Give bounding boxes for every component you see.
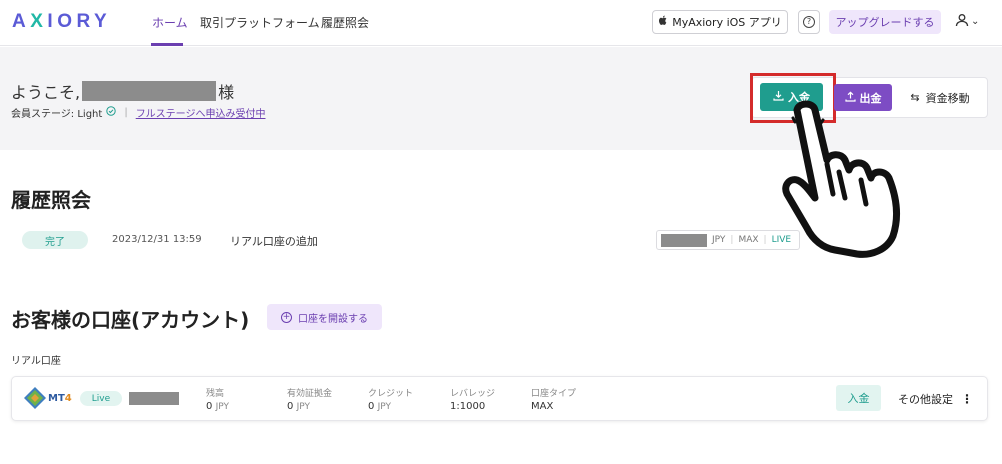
- margin-label: 有効証拠金: [287, 389, 333, 399]
- transfer-label: 資金移動: [925, 91, 970, 105]
- upgrade-button[interactable]: アップグレードする: [829, 10, 941, 34]
- more-icon: ⋮: [961, 392, 973, 406]
- other-settings-label: その他設定: [898, 393, 953, 406]
- check-circle-icon: [106, 106, 117, 119]
- leverage-column: レバレッジ 1:1000: [450, 386, 495, 412]
- logo-text-x: X: [30, 11, 48, 32]
- stage-label: 会員ステージ: Light: [11, 109, 103, 120]
- user-menu[interactable]: ⌄: [955, 13, 979, 30]
- plus-circle-icon: +: [281, 311, 292, 323]
- nav-history[interactable]: 履歴照会: [321, 14, 369, 31]
- welcome-greeting: ようこそ,: [11, 83, 81, 102]
- apple-icon: [658, 15, 668, 29]
- history-datetime: 2023/12/31 13:59: [112, 234, 202, 245]
- leverage-value: 1:1000: [450, 401, 486, 412]
- account-leverage-type: MAX: [738, 235, 759, 245]
- account-type-value: MAX: [531, 401, 554, 412]
- credit-column: クレジット 0 JPY: [368, 386, 413, 412]
- welcome-suffix: 様: [218, 83, 235, 102]
- margin-value: 0: [287, 401, 294, 412]
- accounts-title: お客様の口座(アカウント): [11, 308, 250, 332]
- account-type-column: 口座タイプ MAX: [531, 386, 576, 412]
- chevron-down-icon: ⌄: [971, 16, 980, 27]
- ios-app-button[interactable]: MyAxiory iOS アプリ: [652, 10, 788, 34]
- nav-home[interactable]: ホーム: [152, 14, 188, 31]
- status-badge: 完了: [22, 231, 88, 249]
- ios-app-label: MyAxiory iOS アプリ: [672, 16, 782, 29]
- real-account-label: リアル口座: [11, 356, 61, 367]
- full-stage-link[interactable]: フルステージへ申込み受付中: [136, 105, 266, 120]
- masked-account-id: [129, 392, 179, 405]
- user-icon: [955, 13, 969, 30]
- live-status-badge: Live: [80, 391, 122, 406]
- card-deposit-button[interactable]: 入金: [836, 385, 881, 411]
- history-description: リアル口座の追加: [230, 235, 318, 248]
- account-type-label: 口座タイプ: [531, 389, 577, 399]
- mt4-icon: [23, 386, 47, 410]
- credit-unit: JPY: [377, 402, 391, 412]
- open-account-button[interactable]: + 口座を開設する: [267, 304, 382, 330]
- credit-value: 0: [368, 401, 375, 412]
- help-button[interactable]: ?: [798, 10, 820, 34]
- open-account-label: 口座を開設する: [298, 313, 368, 325]
- balance-label: 残高: [206, 389, 225, 399]
- margin-column: 有効証拠金 0 JPY: [287, 386, 332, 412]
- account-currency: JPY: [712, 235, 726, 245]
- transfer-button[interactable]: ⇆ 資金移動: [900, 84, 980, 111]
- welcome-heading: ようこそ, 様: [11, 79, 234, 103]
- other-settings-button[interactable]: その他設定 ⋮: [898, 391, 973, 407]
- history-title: 履歴照会: [11, 188, 91, 212]
- logo-text-iory: IORY: [47, 11, 112, 32]
- leverage-label: レバレッジ: [450, 389, 496, 399]
- balance-value: 0: [206, 401, 213, 412]
- credit-label: クレジット: [368, 389, 414, 399]
- transfer-icon: ⇆: [910, 91, 920, 104]
- pointing-hand-icon: [775, 98, 910, 258]
- balance-column: 残高 0 JPY: [206, 386, 229, 412]
- stage-separator: |: [124, 107, 128, 118]
- nav-trading-platforms[interactable]: 取引プラットフォーム: [200, 14, 320, 31]
- balance-unit: JPY: [215, 402, 229, 412]
- margin-unit: JPY: [296, 402, 310, 412]
- platform-name: MT4: [48, 393, 72, 404]
- axiory-logo[interactable]: AXIORY: [12, 11, 111, 33]
- masked-account-number: [661, 233, 707, 247]
- nav-active-indicator: [151, 43, 183, 46]
- logo-text-a: A: [12, 11, 31, 32]
- help-icon: ?: [803, 16, 815, 28]
- member-stage: 会員ステージ: Light | フルステージへ申込み受付中: [11, 105, 266, 120]
- masked-username: [82, 81, 217, 101]
